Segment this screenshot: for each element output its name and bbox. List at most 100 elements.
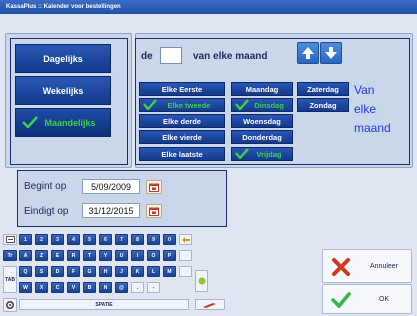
key-k[interactable]: K — [131, 266, 144, 277]
close-icon — [332, 258, 350, 276]
key-keyboard-toggle[interactable] — [195, 299, 225, 310]
key-r[interactable]: R — [67, 250, 80, 261]
key-7[interactable]: 7 — [115, 234, 128, 245]
key-y[interactable]: Y — [99, 250, 112, 261]
key-9[interactable]: 9 — [147, 234, 160, 245]
end-date-field[interactable]: 31/12/2015 — [82, 203, 140, 218]
key-backspace[interactable] — [179, 234, 192, 245]
weekday-saturday-button[interactable]: Zaterdag — [297, 82, 349, 96]
key-c[interactable]: C — [51, 282, 64, 293]
day-of-month-input[interactable] — [160, 47, 182, 64]
key-label: X — [39, 284, 44, 291]
increase-day-button[interactable] — [297, 42, 319, 64]
key-tab[interactable]: TAB — [3, 266, 17, 293]
key-3[interactable]: 3 — [51, 234, 64, 245]
key-u[interactable]: U — [115, 250, 128, 261]
key-f[interactable]: F — [67, 266, 80, 277]
enter-icon — [198, 277, 205, 285]
key-label: W — [23, 284, 28, 291]
key-label: L — [151, 268, 156, 275]
key-8[interactable]: 8 — [131, 234, 144, 245]
window-title: KassaPlus :: Kalender voor bestellingen — [0, 0, 417, 14]
key-label: 1 — [24, 236, 27, 243]
weekday-thursday-button[interactable]: Donderdag — [231, 130, 293, 144]
key-label: 0 — [168, 236, 171, 243]
key-i[interactable]: I — [131, 250, 144, 261]
ordinal-first-button[interactable]: Elke Eerste — [139, 82, 225, 96]
keyboard-settings-button[interactable] — [3, 234, 17, 245]
key-label: 3 — [56, 236, 59, 243]
arrow-up-icon — [302, 47, 314, 59]
key-e[interactable]: E — [51, 250, 64, 261]
ok-button[interactable]: OK — [322, 284, 412, 314]
check-icon — [331, 292, 351, 308]
key-period[interactable]: . — [131, 282, 144, 293]
end-calendar-button[interactable] — [146, 204, 162, 218]
keyboard-options-button[interactable] — [3, 298, 17, 312]
calendar-icon — [149, 207, 159, 216]
key-5[interactable]: 5 — [83, 234, 96, 245]
key-d[interactable]: D — [51, 266, 64, 277]
key-l[interactable]: L — [147, 266, 160, 277]
key-blank[interactable] — [179, 266, 192, 277]
key-tr[interactable]: Tr — [3, 250, 17, 261]
cancel-button[interactable]: Annuleer — [322, 249, 412, 283]
mode-weekly-label: Wekelijks — [42, 85, 84, 96]
key-label: O — [151, 252, 156, 259]
key-label: 2 — [40, 236, 43, 243]
mode-daily-button[interactable]: Dagelijks — [15, 44, 111, 73]
key-label: P — [167, 252, 172, 259]
key-q[interactable]: Q — [19, 266, 32, 277]
key-o[interactable]: O — [147, 250, 160, 261]
key-0[interactable]: 0 — [163, 234, 176, 245]
check-icon — [235, 99, 249, 110]
key-6[interactable]: 6 — [99, 234, 112, 245]
ordinal-first-label: Elke Eerste — [161, 84, 203, 94]
key-v[interactable]: V — [67, 282, 80, 293]
key-enter[interactable] — [195, 270, 208, 292]
key-j[interactable]: J — [115, 266, 128, 277]
start-date-field[interactable]: 5/09/2009 — [82, 179, 140, 194]
key-x[interactable]: X — [35, 282, 48, 293]
mode-weekly-button[interactable]: Wekelijks — [15, 76, 111, 105]
key-z[interactable]: Z — [35, 250, 48, 261]
mode-daily-label: Dagelijks — [43, 53, 83, 64]
key-p[interactable]: P — [163, 250, 176, 261]
key-a[interactable]: A — [19, 250, 32, 261]
weekday-monday-label: Maandag — [245, 84, 279, 94]
key-1[interactable]: 1 — [19, 234, 32, 245]
side-text-line-3: maand — [354, 121, 391, 135]
key-4[interactable]: 4 — [67, 234, 80, 245]
key-label: J — [120, 268, 123, 275]
key-label: T — [87, 252, 92, 259]
key-label: 8 — [136, 236, 139, 243]
key-w[interactable]: W — [19, 282, 32, 293]
start-calendar-button[interactable] — [146, 180, 162, 194]
key-space[interactable]: SPATIE — [19, 299, 189, 310]
key-b[interactable]: B — [83, 282, 96, 293]
key-h[interactable]: H — [99, 266, 112, 277]
key-label: - — [152, 284, 155, 291]
key-2[interactable]: 2 — [35, 234, 48, 245]
ordinal-third-button[interactable]: Elke derde — [139, 114, 225, 128]
key-label: A — [23, 252, 28, 259]
key-blank[interactable] — [179, 250, 192, 261]
key-t[interactable]: T — [83, 250, 96, 261]
weekday-friday-label: Vrijdag — [256, 149, 282, 159]
ordinal-fourth-button[interactable]: Elke vierde — [139, 130, 225, 144]
key-m[interactable]: M — [163, 266, 176, 277]
decrease-day-button[interactable] — [320, 42, 342, 64]
weekday-sunday-button[interactable]: Zondag — [297, 98, 349, 112]
mode-monthly-label: Maandelijks — [44, 117, 96, 128]
key-minus[interactable]: - — [147, 282, 160, 293]
key-s[interactable]: S — [35, 266, 48, 277]
start-date-label: Begint op — [24, 181, 67, 192]
key-g[interactable]: G — [83, 266, 96, 277]
weekday-wednesday-button[interactable]: Woensdag — [231, 114, 293, 128]
key-n[interactable]: N — [99, 282, 112, 293]
weekday-monday-button[interactable]: Maandag — [231, 82, 293, 96]
key-at[interactable]: @ — [115, 282, 128, 293]
key-label: SPATIE — [95, 301, 113, 308]
ordinal-last-button[interactable]: Elke laatste — [139, 147, 225, 161]
key-label: F — [71, 268, 76, 275]
